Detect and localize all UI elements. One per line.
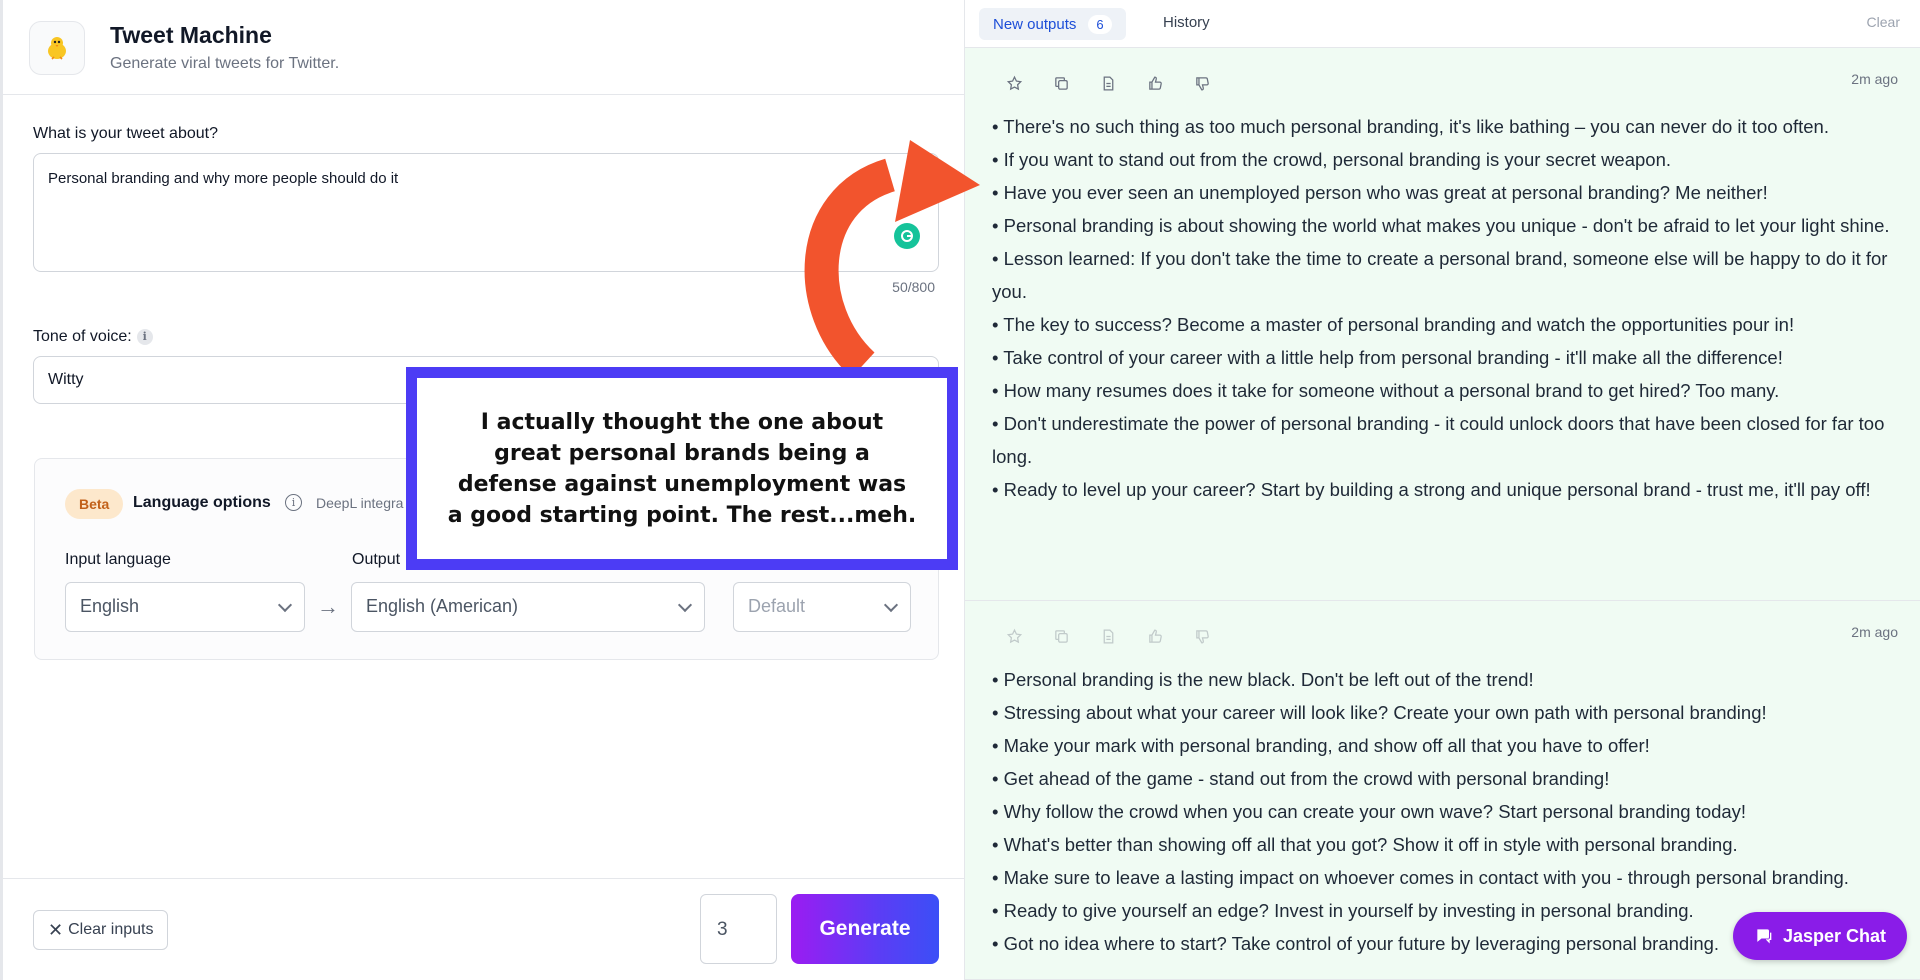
output-line: • Why follow the crowd when you can crea… — [992, 801, 1747, 822]
tone-label-row: Tone of voice: i — [33, 328, 153, 346]
chevron-down-icon — [277, 597, 293, 613]
info-icon[interactable]: i — [136, 328, 153, 345]
tone-label: Tone of voice: — [33, 328, 132, 345]
output-line: • What's better than showing off all tha… — [992, 834, 1738, 855]
output-panel: New outputs 6 History Clear 2m ago • The… — [965, 0, 1920, 980]
formality-value: Default — [748, 596, 806, 616]
deepl-text: DeepL integra — [316, 495, 404, 511]
output-line: • Have you ever seen an unemployed perso… — [992, 182, 1768, 203]
document-icon[interactable] — [1093, 621, 1124, 652]
output-line: • Ready to level up your career? Start b… — [992, 479, 1871, 500]
output-line: • The key to success? Become a master of… — [992, 314, 1795, 335]
output-line: • How many resumes does it take for some… — [992, 380, 1780, 401]
output-card: 2m ago • There's no such thing as too mu… — [965, 48, 1920, 601]
output-actions — [999, 621, 1218, 652]
tab-new-outputs-label: New outputs — [993, 15, 1077, 33]
output-quantity-input[interactable]: 3 — [700, 894, 777, 964]
app-header: Tweet Machine Generate viral tweets for … — [3, 0, 964, 95]
output-timestamp: 2m ago — [1851, 624, 1898, 640]
output-line: • Make sure to leave a lasting impact on… — [992, 867, 1849, 888]
topic-value: Personal branding and why more people sh… — [48, 170, 399, 187]
chevron-down-icon — [883, 597, 899, 613]
copy-icon[interactable] — [1046, 621, 1077, 652]
input-footer: ✕ Clear inputs 3 Generate — [3, 878, 964, 980]
output-line: • Stressing about what your career will … — [992, 702, 1767, 723]
output-line: • Get ahead of the game - stand out from… — [992, 768, 1610, 789]
jasper-chat-label: Jasper Chat — [1782, 925, 1887, 946]
info-icon[interactable]: i — [285, 494, 302, 511]
close-icon: ✕ — [48, 919, 64, 940]
output-line: • Personal branding is about showing the… — [992, 215, 1890, 236]
chick-icon — [29, 21, 85, 75]
input-language-label: Input language — [65, 551, 171, 568]
tab-history[interactable]: History — [1163, 14, 1210, 31]
output-timestamp: 2m ago — [1851, 71, 1898, 87]
jasper-chat-button[interactable]: Jasper Chat — [1733, 912, 1907, 960]
clear-inputs-label: Clear inputs — [68, 921, 154, 938]
output-language-value: English (American) — [366, 596, 519, 616]
output-actions — [999, 68, 1218, 99]
app-title: Tweet Machine — [110, 22, 272, 48]
output-line: • Make your mark with personal branding,… — [992, 735, 1650, 756]
arrow-right-icon: → — [317, 594, 339, 619]
app-subtitle: Generate viral tweets for Twitter. — [110, 55, 340, 72]
copy-icon[interactable] — [1046, 68, 1077, 99]
document-icon[interactable] — [1093, 68, 1124, 99]
clear-inputs-button[interactable]: ✕ Clear inputs — [33, 910, 169, 950]
chat-icon — [1757, 929, 1772, 944]
generate-button[interactable]: Generate — [791, 894, 939, 964]
thumbs-down-icon[interactable] — [1187, 68, 1218, 99]
output-line: • If you want to stand out from the crow… — [992, 149, 1672, 170]
chevron-down-icon — [677, 597, 693, 613]
output-line: • There's no such thing as too much pers… — [992, 116, 1829, 137]
output-line: • Lesson learned: If you don't take the … — [992, 248, 1888, 302]
thumbs-down-icon[interactable] — [1187, 621, 1218, 652]
input-language-select[interactable]: English — [65, 582, 305, 632]
formality-select[interactable]: Default — [733, 582, 911, 632]
clear-outputs-button[interactable]: Clear — [1867, 14, 1900, 30]
output-language-select[interactable]: English (American) — [351, 582, 705, 632]
output-tabs: New outputs 6 History Clear — [965, 0, 1920, 48]
thumbs-up-icon[interactable] — [1140, 68, 1171, 99]
output-line: • Don't underestimate the power of perso… — [992, 413, 1885, 467]
thumbs-up-icon[interactable] — [1140, 621, 1171, 652]
output-line: • Take control of your career with a lit… — [992, 347, 1783, 368]
annotation-callout: I actually thought the one about great p… — [406, 367, 958, 570]
output-language-label: Output — [352, 551, 401, 568]
topic-label: What is your tweet about? — [33, 125, 218, 142]
output-text[interactable]: • There's no such thing as too much pers… — [992, 110, 1902, 506]
input-language-value: English — [80, 596, 140, 616]
tab-new-outputs[interactable]: New outputs 6 — [979, 8, 1126, 40]
annotation-arrow — [804, 140, 980, 370]
language-options-title: Language options — [133, 494, 271, 511]
star-icon[interactable] — [999, 621, 1030, 652]
beta-badge: Beta — [65, 489, 124, 519]
annotation-text: I actually thought the one about great p… — [447, 409, 917, 528]
new-outputs-count-badge: 6 — [1088, 14, 1112, 34]
output-line: • Personal branding is the new black. Do… — [992, 669, 1534, 690]
star-icon[interactable] — [999, 68, 1030, 99]
